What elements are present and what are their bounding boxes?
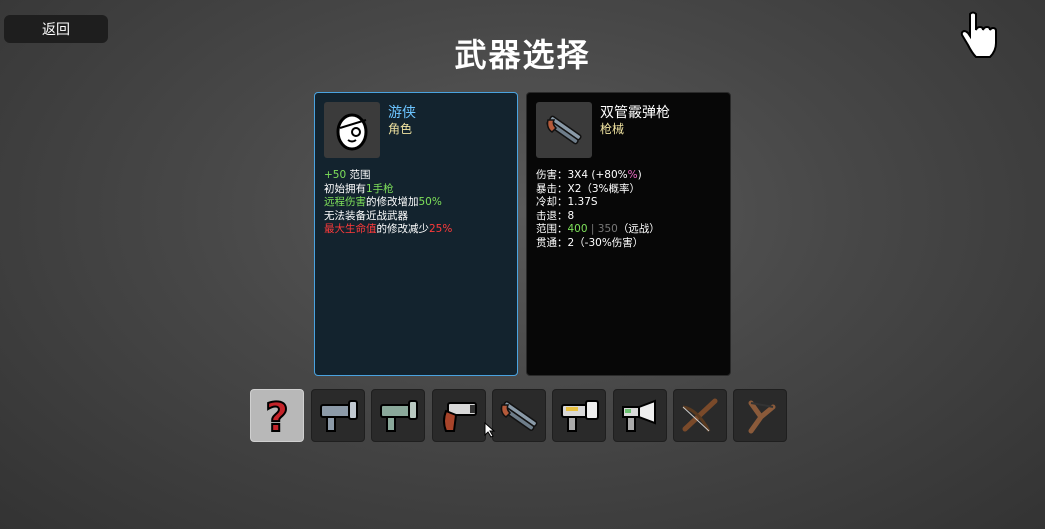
character-segment: 初始拥有 <box>324 182 366 195</box>
weapon-line: 贯通：2（-30%伤害） <box>536 237 660 251</box>
character-line: 无法装备近战武器 <box>324 210 452 224</box>
weapon-segment: ) <box>637 169 642 181</box>
weapon-line: 暴击：X2（3%概率） <box>536 183 660 197</box>
smg-icon <box>320 399 358 432</box>
slot-slingshot[interactable] <box>733 389 787 442</box>
character-description: +50 范围 初始拥有1手枪 远程伤害的修改增加50% 无法装备近战武器 最大生命值的修… <box>324 169 452 237</box>
character-portrait <box>324 102 380 158</box>
character-segment: 无法装备近战武器 <box>324 209 408 222</box>
weapon-segment: % <box>627 169 638 181</box>
character-segment: 远程伤害 <box>324 196 366 208</box>
weapon-segment: 400 <box>567 223 588 235</box>
revolver-icon <box>443 401 477 432</box>
character-segment: 1手枪 <box>366 182 394 195</box>
character-line: 最大生命值的修改减少25% <box>324 223 452 237</box>
weapon-segment: 范围： <box>536 223 568 235</box>
slot-smg[interactable] <box>311 389 365 442</box>
question-icon: ? <box>264 394 289 439</box>
mouse-pointer-icon <box>484 422 496 438</box>
slot-megaphone-gun[interactable] <box>613 389 667 442</box>
svg-text:?: ? <box>265 395 288 439</box>
character-segment: 范围 <box>346 169 371 181</box>
weapon-type: 枪械 <box>600 122 625 136</box>
slot-taser[interactable] <box>552 389 606 442</box>
crossbow-icon <box>682 398 718 432</box>
page-title: 武器选择 <box>454 36 591 74</box>
shotgun-icon <box>500 400 538 431</box>
weapon-line: 伤害：3X4 (+80%%) <box>536 169 660 183</box>
character-segment: 50% <box>418 196 442 208</box>
character-segment: 的修改减少 <box>376 223 430 235</box>
weapon-line: 冷却：1.37S <box>536 196 660 210</box>
slingshot-icon <box>748 400 776 433</box>
character-segment: +50 <box>324 169 347 181</box>
character-type: 角色 <box>388 122 413 136</box>
taser-icon <box>561 399 599 432</box>
shotgun-icon <box>546 115 582 145</box>
weapon-portrait <box>536 102 592 158</box>
slot-crossbow[interactable] <box>673 389 727 442</box>
pistol-green-icon <box>380 399 418 432</box>
character-panel: 游侠 角色 +50 范围 初始拥有1手枪 远程伤害的修改增加50% 无法装备近战武器最… <box>314 92 518 376</box>
character-segment: 25% <box>429 223 453 235</box>
weapon-line: 范围：400 | 350（远战） <box>536 223 660 237</box>
character-segment: 最大生命值 <box>324 223 377 235</box>
weapon-panel: 双管霰弹枪 枪械 伤害：3X4 (+80%%) 暴击：X2（3%概率） 冷却：1.3… <box>526 92 731 376</box>
character-name: 游侠 <box>388 105 416 121</box>
character-line: 远程伤害的修改增加50% <box>324 196 452 210</box>
slot-revolver[interactable] <box>432 389 486 442</box>
megaphone-icon <box>622 399 656 432</box>
slot-green-pistol[interactable] <box>371 389 425 442</box>
character-segment: 的修改增加 <box>366 196 419 208</box>
weapon-segment: 暴击：X2（3%概率） <box>536 182 641 195</box>
character-line: 初始拥有1手枪 <box>324 183 452 197</box>
weapon-name: 双管霰弹枪 <box>600 105 670 121</box>
weapon-segment: 伤害：3X4 (+80% <box>536 169 628 181</box>
weapon-segment: （远战） <box>617 223 660 235</box>
weapon-segment: 击退：8 <box>536 209 575 222</box>
egg-ranger-icon <box>336 113 368 151</box>
slot-random-weapon[interactable]: ? <box>250 389 304 442</box>
weapon-stats: 伤害：3X4 (+80%%) 暴击：X2（3%概率） 冷却：1.37S 击退：8 范围：… <box>536 169 660 250</box>
slot-shotgun[interactable] <box>492 389 546 442</box>
weapon-segment: 贯通：2（-30%伤害） <box>536 236 644 249</box>
character-line: +50 范围 <box>324 169 452 183</box>
weapon-segment: | 350 <box>587 223 618 235</box>
weapon-segment: 冷却：1.37S <box>536 196 598 208</box>
weapon-line: 击退：8 <box>536 210 660 224</box>
